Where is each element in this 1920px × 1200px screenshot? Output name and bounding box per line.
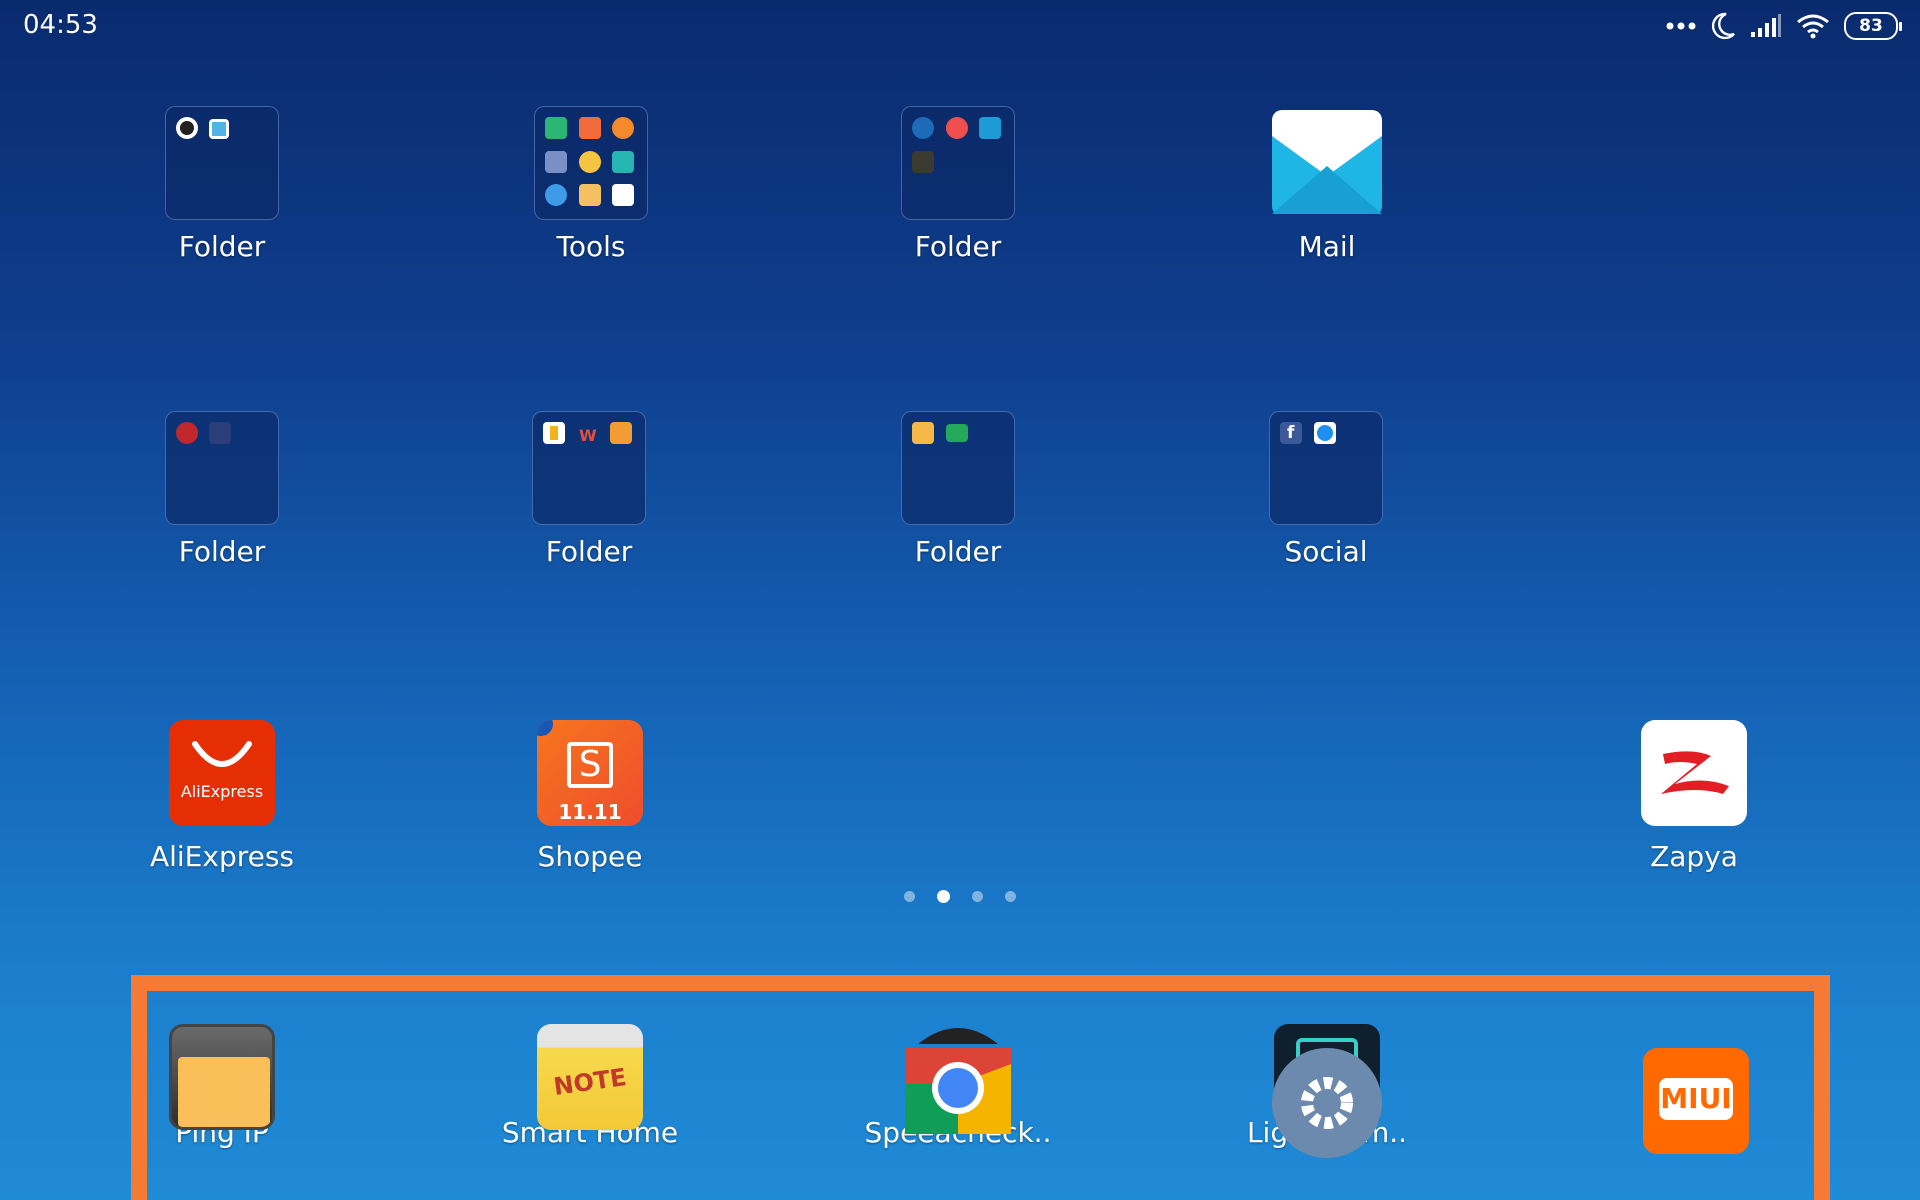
- do-not-disturb-moon-icon: [1711, 12, 1735, 40]
- folder-6[interactable]: Folder: [848, 411, 1068, 568]
- app-icon: [543, 422, 565, 444]
- aliexpress-icon: AliExpress: [169, 720, 275, 826]
- gallery-icon: [209, 119, 229, 139]
- folder-1[interactable]: Folder: [112, 106, 332, 263]
- app-label: Zapya: [1650, 840, 1738, 873]
- folder-icon: [165, 411, 279, 525]
- folder-icon: W: [532, 411, 646, 525]
- app-label: AliExpress: [149, 840, 295, 873]
- wifi-icon: [1797, 14, 1829, 39]
- app-label: Folder: [914, 230, 1002, 263]
- miui-app[interactable]: MIUI: [1586, 1048, 1806, 1154]
- folder-5[interactable]: W Folder: [479, 411, 699, 568]
- page-dot[interactable]: [1005, 891, 1016, 902]
- folder-icon: [165, 106, 279, 220]
- remote-app-icon: [912, 117, 934, 139]
- game-icon: [209, 422, 231, 444]
- aliexpress-wordmark: AliExpress: [180, 782, 264, 801]
- settings-gear-icon: [1272, 1048, 1382, 1158]
- game-icon: [912, 151, 934, 173]
- tools-folder[interactable]: Tools: [481, 106, 701, 263]
- camera-icon: [176, 117, 198, 139]
- contacts-icon: [545, 184, 567, 206]
- folder-icon: [901, 106, 1015, 220]
- folder-3[interactable]: Folder: [848, 106, 1068, 263]
- app-label: Social: [1284, 535, 1368, 568]
- status-icons: 83: [1666, 12, 1902, 40]
- weather-icon: [579, 151, 601, 173]
- lightroom-app[interactable]: Lightroom..: [1217, 1024, 1437, 1158]
- note-text: NOTE: [551, 1063, 629, 1101]
- app-label: Folder: [178, 230, 266, 263]
- shopee-promo-text: 11.11: [558, 800, 622, 824]
- speeacheck-app[interactable]: Speeacheck..: [848, 1024, 1068, 1149]
- notes-icon: NOTE: [537, 1024, 643, 1130]
- smart-home-app[interactable]: NOTE Smart Home: [480, 1024, 700, 1149]
- more-icon: [1666, 22, 1696, 30]
- wallet-icon: [946, 424, 968, 442]
- lightroom-icon: [1272, 1024, 1382, 1158]
- miui-wordmark: MIUI: [1660, 1082, 1732, 1115]
- social-folder[interactable]: f Social: [1216, 411, 1436, 568]
- mail-icon: [1272, 110, 1382, 214]
- app-label: Tools: [556, 230, 626, 263]
- clock: 04:53: [23, 10, 98, 40]
- signal-icon: [1751, 14, 1781, 37]
- scanner-icon: [545, 151, 567, 173]
- notification-dot: [537, 720, 553, 736]
- page-dot[interactable]: [972, 891, 983, 902]
- app-label: Folder: [914, 535, 1002, 568]
- page-dot-active[interactable]: [937, 890, 950, 903]
- page-indicator[interactable]: [904, 890, 1016, 903]
- game-icon: [176, 422, 198, 444]
- app-label: Shopee: [537, 840, 643, 873]
- app-label: Folder: [178, 535, 266, 568]
- page-dot[interactable]: [904, 891, 915, 902]
- app-label: Mail: [1298, 230, 1356, 263]
- miui-icon: MIUI: [1643, 1048, 1749, 1154]
- folder-icon: [901, 411, 1015, 525]
- app-label: Folder: [545, 535, 633, 568]
- chrome-icon: [905, 1024, 1011, 1134]
- ping-ip-icon: [169, 1024, 275, 1130]
- battery-indicator: 83: [1844, 12, 1902, 40]
- file-manager-icon: [912, 422, 934, 444]
- note-paper-icon: [178, 1057, 270, 1127]
- notes-icon: [579, 184, 601, 206]
- shopee-logo-letter: S: [578, 744, 602, 785]
- folder-icon: f: [1269, 411, 1383, 525]
- status-bar: 04:53 83: [0, 0, 1920, 52]
- messenger-icon: [1314, 422, 1336, 444]
- aliexpress-app[interactable]: AliExpress AliExpress: [112, 720, 332, 873]
- play-store-icon: [612, 184, 634, 206]
- downloads-icon: [545, 117, 567, 139]
- app-icon: [610, 422, 632, 444]
- music-icon: [946, 117, 968, 139]
- ping-ip-app[interactable]: Ping IP: [112, 1024, 332, 1149]
- mail-app[interactable]: Mail: [1217, 106, 1437, 263]
- facebook-icon: f: [1280, 422, 1302, 444]
- shopee-icon: S 11.11: [537, 720, 643, 826]
- app-icon: W: [579, 426, 597, 445]
- video-recorder-icon: [579, 117, 601, 139]
- zapya-icon: [1641, 720, 1747, 826]
- shopee-app[interactable]: S 11.11 Shopee: [480, 720, 700, 873]
- video-player-icon: [979, 117, 1001, 139]
- calculator-icon: [612, 151, 634, 173]
- folder-icon: [534, 106, 648, 220]
- folder-4[interactable]: Folder: [112, 411, 332, 568]
- compass-icon: [612, 117, 634, 139]
- zapya-app[interactable]: Zapya: [1584, 720, 1804, 873]
